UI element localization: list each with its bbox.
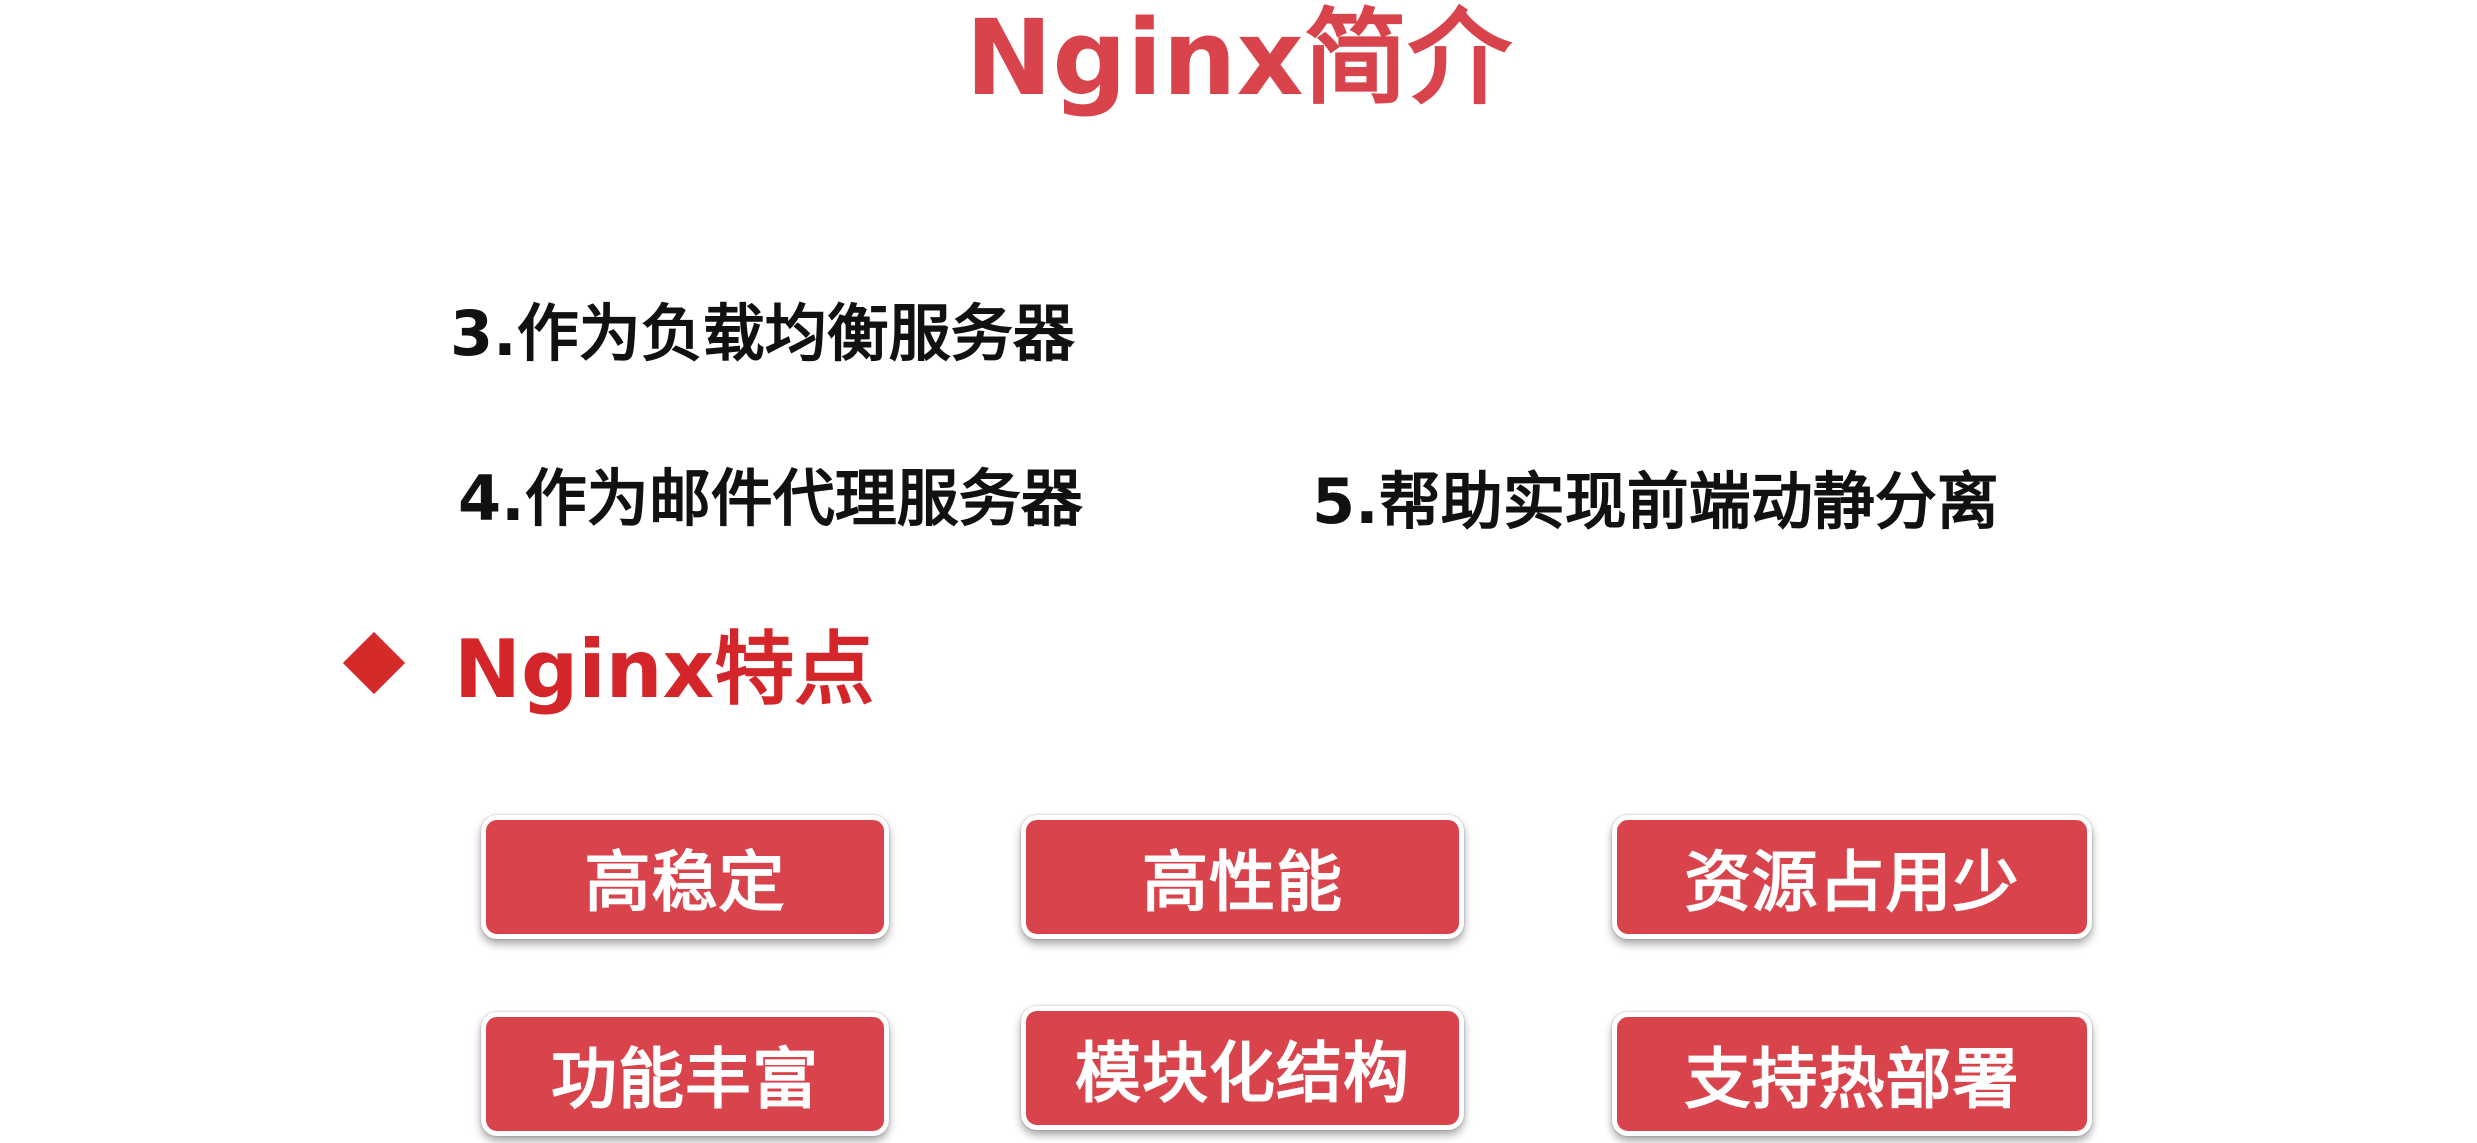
use-item-mail-proxy: 4.作为邮件代理服务器 [458,462,1083,535]
feature-badge-low-resource-usage: 资源占用少 [1612,815,2092,939]
feature-badge-rich-features: 功能丰富 [481,1012,889,1136]
feature-badge-hot-deployment: 支持热部署 [1612,1012,2092,1136]
diamond-bullet-icon [342,631,406,695]
use-item-load-balancer: 3.作为负载均衡服务器 [450,297,1075,370]
section-heading: Nginx特点 [454,623,875,716]
feature-badge-high-stability: 高稳定 [481,815,889,939]
feature-badge-modular-structure: 模块化结构 [1021,1006,1464,1130]
use-item-static-dynamic-separation: 5.帮助实现前端动静分离 [1312,465,1999,538]
feature-badge-high-performance: 高性能 [1021,815,1464,939]
slide-title: Nginx简介 [965,0,1512,119]
